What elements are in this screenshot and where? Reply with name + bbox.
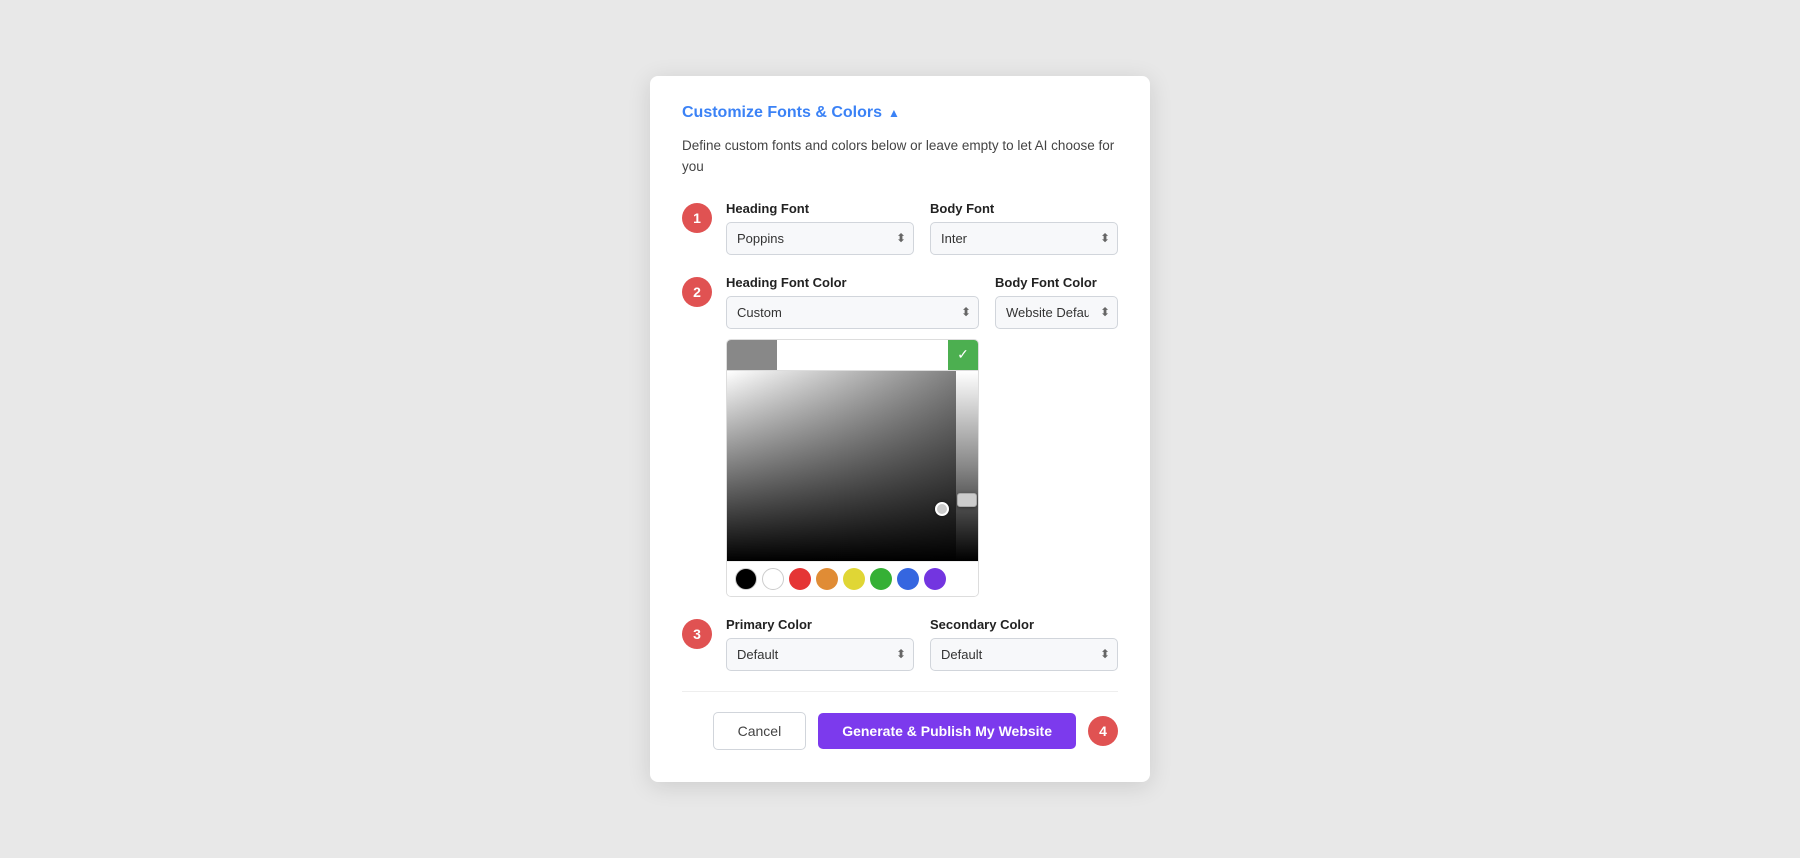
generate-publish-button[interactable]: Generate & Publish My Website — [818, 713, 1076, 749]
swatch-yellow[interactable] — [843, 568, 865, 590]
heading-font-field: Heading Font Poppins Inter Roboto Open S… — [726, 201, 914, 255]
heading-font-select[interactable]: Poppins Inter Roboto Open Sans Lato Mont… — [726, 222, 914, 255]
heading-color-select-wrapper: Custom Website Default Black White — [726, 296, 979, 329]
primary-secondary-fields-row: Primary Color Default Custom Blue Green … — [726, 617, 1118, 671]
primary-color-field: Primary Color Default Custom Blue Green … — [726, 617, 914, 671]
heading-font-label: Heading Font — [726, 201, 914, 216]
divider — [682, 691, 1118, 692]
body-font-select[interactable]: Poppins Inter Roboto Open Sans Lato — [930, 222, 1118, 255]
color-preview-row: ✓ — [727, 340, 978, 371]
cancel-button[interactable]: Cancel — [713, 712, 807, 750]
secondary-color-field: Secondary Color Default Custom Blue Gree… — [930, 617, 1118, 671]
body-color-label: Body Font Color — [995, 275, 1118, 290]
color-swatch-preview — [727, 340, 777, 370]
secondary-color-label: Secondary Color — [930, 617, 1118, 632]
step-4-badge: 4 — [1088, 716, 1118, 746]
step-3-badge: 3 — [682, 619, 712, 649]
body-font-label: Body Font — [930, 201, 1118, 216]
swatch-red[interactable] — [789, 568, 811, 590]
title-text: Customize Fonts & Colors — [682, 104, 882, 122]
swatch-green[interactable] — [870, 568, 892, 590]
color-fields-row: Heading Font Color Custom Website Defaul… — [726, 275, 1118, 597]
body-color-select-wrapper: Website Default Custom Black White — [995, 296, 1118, 329]
body-font-field: Body Font Poppins Inter Roboto Open Sans… — [930, 201, 1118, 255]
secondary-color-select[interactable]: Default Custom Blue Green Red — [930, 638, 1118, 671]
brightness-handle[interactable] — [957, 493, 977, 507]
swatch-orange[interactable] — [816, 568, 838, 590]
gradient-bg — [727, 371, 956, 561]
step-3-row: 3 Primary Color Default Custom Blue Gree… — [682, 617, 1118, 671]
body-color-field: Body Font Color Website Default Custom B… — [995, 275, 1118, 597]
picker-gradient-area[interactable] — [727, 371, 978, 561]
step-3-content: Primary Color Default Custom Blue Green … — [726, 617, 1118, 671]
color-confirm-button[interactable]: ✓ — [948, 340, 978, 370]
secondary-color-select-wrapper: Default Custom Blue Green Red — [930, 638, 1118, 671]
heading-font-select-wrapper: Poppins Inter Roboto Open Sans Lato Mont… — [726, 222, 914, 255]
step-1-badge: 1 — [682, 203, 712, 233]
step-2-row: 2 Heading Font Color Custom Website Defa… — [682, 275, 1118, 597]
step-2-badge: 2 — [682, 277, 712, 307]
heading-color-select[interactable]: Custom Website Default Black White — [726, 296, 979, 329]
font-fields-row: Heading Font Poppins Inter Roboto Open S… — [726, 201, 1118, 255]
button-row: Cancel Generate & Publish My Website 4 — [682, 712, 1118, 750]
customize-fonts-colors-title[interactable]: Customize Fonts & Colors ▲ — [682, 104, 1118, 122]
step-1-row: 1 Heading Font Poppins Inter Roboto Open… — [682, 201, 1118, 255]
collapse-arrow: ▲ — [888, 106, 900, 120]
swatch-white[interactable] — [762, 568, 784, 590]
heading-color-field: Heading Font Color Custom Website Defaul… — [726, 275, 979, 597]
swatch-black[interactable] — [735, 568, 757, 590]
swatch-purple[interactable] — [924, 568, 946, 590]
step-2-content: Heading Font Color Custom Website Defaul… — [726, 275, 1118, 597]
primary-color-select-wrapper: Default Custom Blue Green Red — [726, 638, 914, 671]
step-1-content: Heading Font Poppins Inter Roboto Open S… — [726, 201, 1118, 255]
body-font-select-wrapper: Poppins Inter Roboto Open Sans Lato — [930, 222, 1118, 255]
heading-color-label: Heading Font Color — [726, 275, 979, 290]
color-picker: ✓ — [726, 339, 979, 597]
primary-color-select[interactable]: Default Custom Blue Green Red — [726, 638, 914, 671]
swatch-blue[interactable] — [897, 568, 919, 590]
hex-input[interactable] — [777, 344, 948, 366]
color-swatches-row — [727, 561, 978, 596]
color-gradient-canvas[interactable] — [727, 371, 956, 561]
body-color-select[interactable]: Website Default Custom Black White — [995, 296, 1118, 329]
description-text: Define custom fonts and colors below or … — [682, 136, 1118, 177]
modal-panel: Customize Fonts & Colors ▲ Define custom… — [650, 76, 1150, 782]
primary-color-label: Primary Color — [726, 617, 914, 632]
brightness-slider[interactable] — [956, 371, 978, 561]
